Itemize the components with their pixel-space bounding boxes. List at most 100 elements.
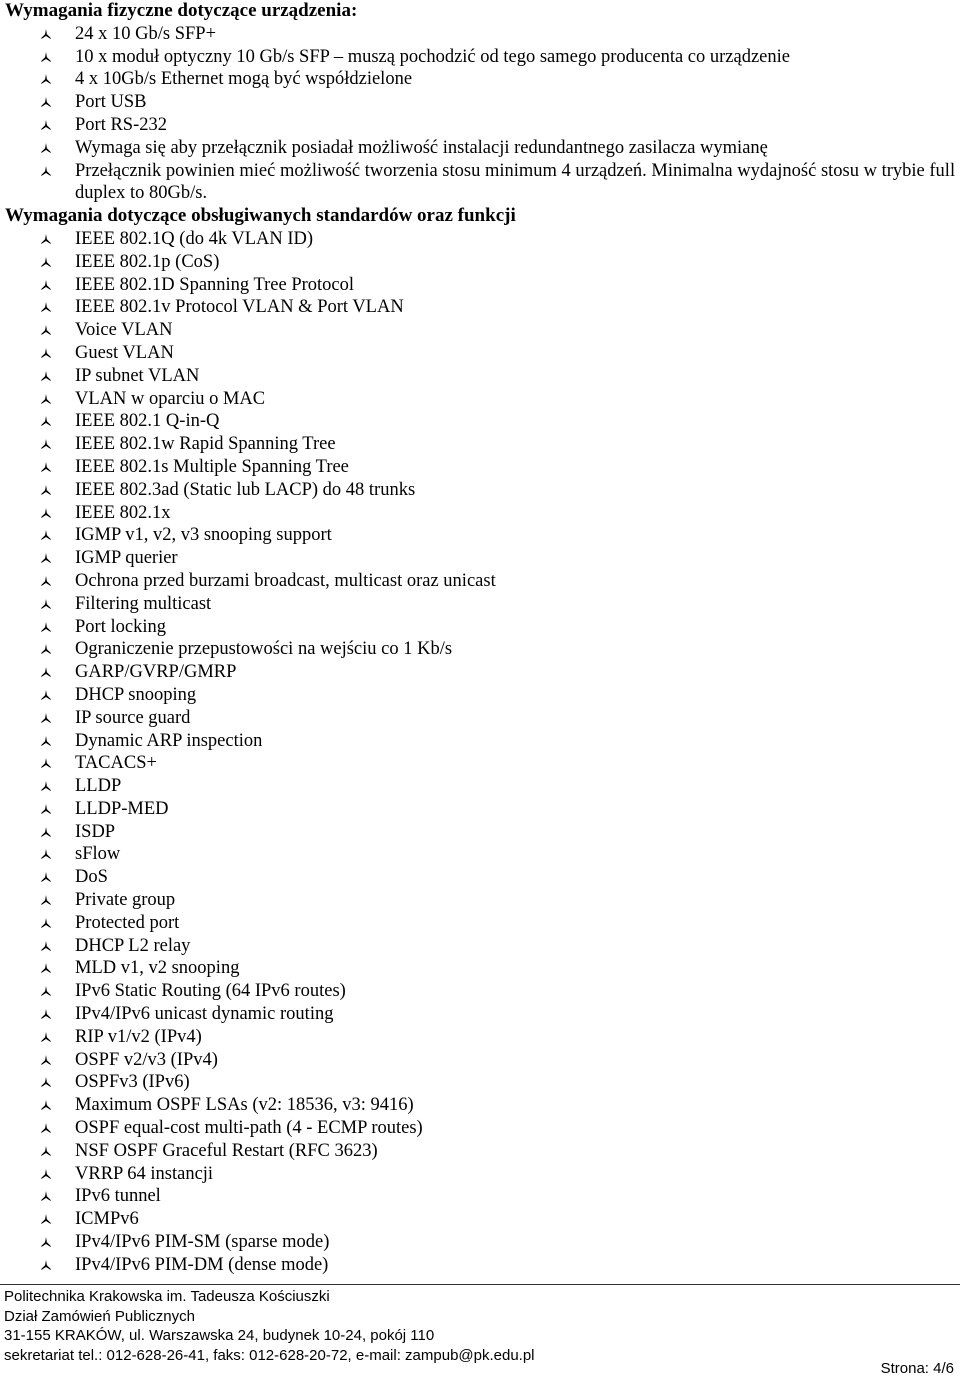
arrowhead-bullet-icon (40, 666, 52, 678)
list-item-text: VRRP 64 instancji (75, 1163, 214, 1184)
list-item: IEEE 802.1Q (do 4k VLAN ID) (0, 228, 960, 251)
list-item-text: 24 x 10 Gb/s SFP+ (75, 23, 216, 44)
list-item: IPv4/IPv6 unicast dynamic routing (0, 1003, 960, 1026)
list-item: RIP v1/v2 (IPv4) (0, 1026, 960, 1049)
arrowhead-bullet-icon (40, 985, 52, 997)
arrowhead-bullet-icon (40, 1190, 52, 1202)
list-item-text: Port locking (75, 616, 166, 637)
list-item: Dynamic ARP inspection (0, 730, 960, 753)
list-item-text: DHCP L2 relay (75, 935, 191, 956)
list-item: VLAN w oparciu o MAC (0, 388, 960, 411)
arrowhead-bullet-icon (40, 621, 52, 633)
list-item: GARP/GVRP/GMRP (0, 661, 960, 684)
arrowhead-bullet-icon (40, 507, 52, 519)
list-item: Wymaga się aby przełącznik posiadał możl… (0, 137, 960, 160)
list-item-text: MLD v1, v2 snooping (75, 958, 240, 979)
list-item: IEEE 802.1v Protocol VLAN & Port VLAN (0, 296, 960, 319)
arrowhead-bullet-icon (40, 1259, 52, 1271)
list-item-text: IEEE 802.1w Rapid Spanning Tree (75, 434, 336, 455)
list-item-text: DHCP snooping (75, 684, 197, 705)
arrowhead-bullet-icon (40, 1076, 52, 1088)
list-item-text: Przełącznik powinien mieć możliwość twor… (75, 160, 956, 204)
list-item: DoS (0, 866, 960, 889)
list-item: sFlow (0, 843, 960, 866)
arrowhead-bullet-icon (40, 598, 52, 610)
arrowhead-bullet-icon (40, 848, 52, 860)
list-item: 10 x moduł optyczny 10 Gb/s SFP – muszą … (0, 46, 960, 69)
arrowhead-bullet-icon (40, 324, 52, 336)
list-item: IEEE 802.1 Q-in-Q (0, 410, 960, 433)
page-footer: Politechnika Krakowska im. Tadeusza Kośc… (0, 1284, 960, 1365)
arrowhead-bullet-icon (40, 689, 52, 701)
list-item-text: Voice VLAN (75, 320, 173, 341)
arrowhead-bullet-icon (40, 780, 52, 792)
list-item: IPv6 tunnel (0, 1185, 960, 1208)
list-item: ISDP (0, 821, 960, 844)
arrowhead-bullet-icon (40, 1122, 52, 1134)
arrowhead-bullet-icon (40, 370, 52, 382)
arrowhead-bullet-icon (40, 279, 52, 291)
arrowhead-bullet-icon (40, 301, 52, 313)
arrowhead-bullet-icon (40, 119, 52, 131)
arrowhead-bullet-icon (40, 347, 52, 359)
arrowhead-bullet-icon (40, 393, 52, 405)
arrowhead-bullet-icon (40, 712, 52, 724)
arrowhead-bullet-icon (40, 940, 52, 952)
list-item: OSPF equal-cost multi-path (4 - ECMP rou… (0, 1117, 960, 1140)
arrowhead-bullet-icon (40, 96, 52, 108)
list-item: IEEE 802.1w Rapid Spanning Tree (0, 433, 960, 456)
list-item: IGMP querier (0, 547, 960, 570)
arrowhead-bullet-icon (40, 871, 52, 883)
arrowhead-bullet-icon (40, 461, 52, 473)
list-item-text: IGMP v1, v2, v3 snooping support (75, 525, 332, 546)
list-item: IEEE 802.3ad (Static lub LACP) do 48 tru… (0, 479, 960, 502)
list-item: IPv4/IPv6 PIM-SM (sparse mode) (0, 1231, 960, 1254)
list-item-text: ISDP (75, 821, 116, 842)
list-item-text: IEEE 802.3ad (Static lub LACP) do 48 tru… (75, 479, 416, 500)
list-item: OSPFv3 (IPv6) (0, 1071, 960, 1094)
list-item: IPv4/IPv6 PIM-DM (dense mode) (0, 1254, 960, 1277)
arrowhead-bullet-icon (40, 28, 52, 40)
list-item: IEEE 802.1s Multiple Spanning Tree (0, 456, 960, 479)
list-item-text: IP subnet VLAN (75, 365, 200, 386)
list-item: Guest VLAN (0, 342, 960, 365)
list-item: IEEE 802.1p (CoS) (0, 251, 960, 274)
list-item: Port RS-232 (0, 114, 960, 137)
arrowhead-bullet-icon (40, 142, 52, 154)
list-item-text: IEEE 802.1p (CoS) (75, 251, 220, 272)
arrowhead-bullet-icon (40, 1168, 52, 1180)
list-item-text: DoS (75, 867, 108, 888)
list-item: DHCP snooping (0, 684, 960, 707)
list-item: Ograniczenie przepustowości na wejściu c… (0, 638, 960, 661)
list-item: DHCP L2 relay (0, 935, 960, 958)
list-item-text: Port RS-232 (75, 114, 168, 135)
list-item-text: Wymaga się aby przełącznik posiadał możl… (75, 137, 768, 158)
arrowhead-bullet-icon (40, 438, 52, 450)
list-item: Filtering multicast (0, 593, 960, 616)
list-item: Port USB (0, 91, 960, 114)
page-number: Strona: 4/6 (880, 1360, 954, 1377)
arrowhead-bullet-icon (40, 643, 52, 655)
list-item-text: LLDP (75, 776, 122, 797)
list-item: Private group (0, 889, 960, 912)
list-item-text: IPv6 Static Routing (64 IPv6 routes) (75, 981, 346, 1002)
arrowhead-bullet-icon (40, 415, 52, 427)
list-item: LLDP (0, 775, 960, 798)
footer-department: Dział Zamówień Publicznych (4, 1307, 195, 1325)
arrowhead-bullet-icon (40, 735, 52, 747)
footer-address: 31-155 KRAKÓW, ul. Warszawska 24, budyne… (4, 1327, 435, 1344)
list-item-text: RIP v1/v2 (IPv4) (75, 1026, 202, 1047)
list-item: IEEE 802.1x (0, 502, 960, 525)
list-item-text: Dynamic ARP inspection (75, 730, 263, 751)
list-item-text: Ochrona przed burzami broadcast, multica… (75, 570, 496, 591)
arrowhead-bullet-icon (40, 575, 52, 587)
list-item: IP source guard (0, 707, 960, 730)
list-item: ICMPv6 (0, 1208, 960, 1231)
arrowhead-bullet-icon (40, 73, 52, 85)
list-item: IPv6 Static Routing (64 IPv6 routes) (0, 980, 960, 1003)
list-item-text: IEEE 802.1s Multiple Spanning Tree (75, 456, 349, 477)
arrowhead-bullet-icon (40, 552, 52, 564)
list-item: 24 x 10 Gb/s SFP+ (0, 23, 960, 46)
list-item: NSF OSPF Graceful Restart (RFC 3623) (0, 1140, 960, 1163)
list-item-text: TACACS+ (75, 753, 157, 774)
